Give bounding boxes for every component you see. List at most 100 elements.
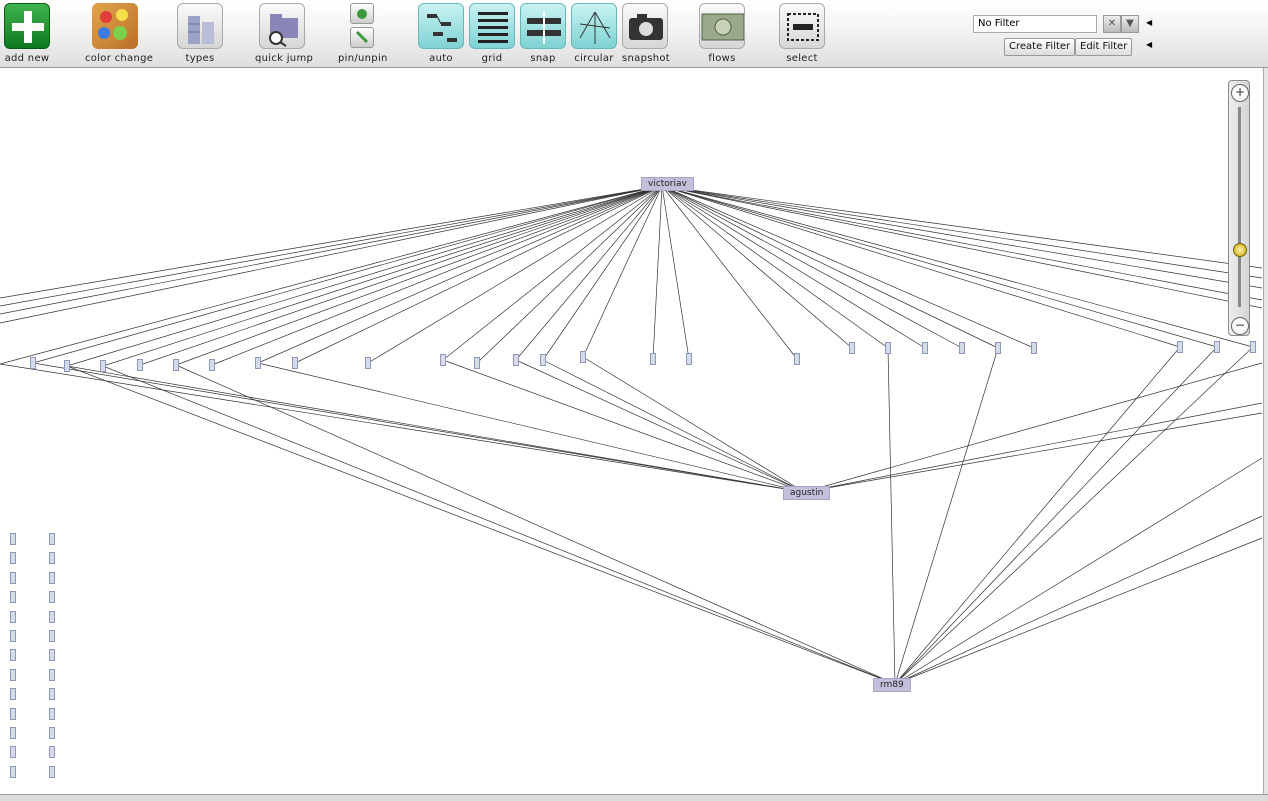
node-agustin[interactable]: agustin (783, 486, 831, 500)
leaf-node[interactable] (10, 610, 16, 623)
leaf-node[interactable] (49, 765, 55, 778)
leaf-node[interactable] (849, 342, 855, 354)
leaf-node[interactable] (209, 359, 215, 371)
leaf-node[interactable] (513, 354, 519, 366)
snap-label: snap (530, 53, 556, 64)
leaf-node[interactable] (540, 354, 546, 366)
graph-edge (894, 515, 1263, 685)
graph-canvas[interactable]: victoriav agustin rm89 (0, 68, 1268, 794)
graph-edge (894, 346, 1254, 685)
leaf-node[interactable] (10, 707, 16, 720)
snap-button[interactable]: snap (520, 3, 566, 64)
leaf-node[interactable] (49, 746, 55, 759)
pin-icon[interactable] (350, 3, 374, 24)
clear-filter-button[interactable]: ✕ (1103, 15, 1121, 33)
auto-layout-button[interactable]: auto (418, 3, 464, 64)
chevron-down-icon: ▼ (1126, 18, 1134, 29)
leaf-node[interactable] (1031, 342, 1037, 354)
leaf-node[interactable] (10, 649, 16, 662)
add-new-label: add new (4, 53, 50, 64)
graph-edge (661, 185, 1254, 348)
leaf-node[interactable] (49, 727, 55, 739)
leaf-node[interactable] (49, 630, 55, 642)
leaf-node[interactable] (686, 353, 692, 365)
leaf-node[interactable] (49, 688, 55, 701)
leaf-node[interactable] (100, 360, 106, 372)
graph-edge (0, 363, 805, 493)
leaf-node[interactable] (959, 342, 965, 354)
graph-edge (803, 412, 1263, 493)
leaf-node[interactable] (255, 357, 261, 369)
leaf-node[interactable] (137, 359, 143, 371)
filter-field[interactable]: No Filter (973, 15, 1097, 33)
flows-button[interactable]: flows (699, 3, 745, 64)
leaf-node[interactable] (580, 351, 586, 363)
leaf-node[interactable] (440, 354, 446, 366)
leaf-node[interactable] (922, 342, 928, 354)
leaf-node[interactable] (49, 571, 55, 584)
color-change-button[interactable]: color change (85, 3, 153, 64)
select-button[interactable]: select (779, 3, 825, 64)
graph-edge (652, 185, 663, 360)
graph-edge (894, 347, 999, 685)
leaf-node[interactable] (49, 591, 55, 604)
leaf-node[interactable] (885, 342, 891, 354)
leaf-node[interactable] (49, 649, 55, 662)
vertical-scrollbar[interactable] (1263, 68, 1268, 794)
leaf-node[interactable] (365, 357, 371, 369)
edit-filter-button[interactable]: Edit Filter (1075, 38, 1133, 56)
leaf-node[interactable] (10, 727, 16, 739)
leaf-node[interactable] (10, 630, 16, 642)
graph-edge (803, 362, 1263, 493)
types-label: types (185, 53, 215, 64)
leaf-node[interactable] (30, 357, 36, 369)
quick-jump-button[interactable]: quick jump (255, 3, 313, 64)
leaf-node[interactable] (64, 360, 70, 372)
leaf-node[interactable] (10, 533, 16, 545)
circular-layout-button[interactable]: circular (571, 3, 617, 64)
leaf-node[interactable] (10, 571, 16, 584)
node-victoriav[interactable]: victoriav (641, 177, 694, 191)
leaf-node[interactable] (10, 591, 16, 604)
leaf-node[interactable] (995, 342, 1001, 354)
unpin-icon[interactable] (350, 27, 374, 48)
leaf-node[interactable] (49, 707, 55, 720)
leaf-node[interactable] (794, 353, 800, 365)
node-rm89[interactable]: rm89 (873, 678, 911, 692)
leaf-node[interactable] (173, 359, 179, 371)
leaf-node[interactable] (10, 552, 16, 565)
zoom-control: + − (1228, 80, 1250, 336)
collapse-arrow-icon[interactable]: ◀ (1146, 18, 1152, 27)
leaf-node[interactable] (10, 668, 16, 681)
leaf-node[interactable] (292, 357, 298, 369)
leaf-node[interactable] (1177, 341, 1183, 353)
building-icon (177, 3, 223, 49)
zoom-in-icon[interactable]: + (1231, 84, 1249, 102)
leaf-node[interactable] (10, 746, 16, 759)
zoom-track[interactable] (1238, 107, 1241, 307)
add-new-button[interactable]: add new (3, 3, 51, 64)
leaf-node[interactable] (49, 610, 55, 623)
graph-edge (894, 537, 1263, 685)
leaf-node[interactable] (474, 357, 480, 369)
snapshot-button[interactable]: snapshot (622, 3, 670, 64)
zoom-slider-handle[interactable] (1233, 243, 1247, 257)
leaf-node[interactable] (49, 533, 55, 545)
leaf-node[interactable] (1250, 341, 1256, 353)
graph-edge (66, 365, 805, 493)
leaf-node[interactable] (1214, 341, 1220, 353)
leaf-node[interactable] (49, 552, 55, 565)
create-filter-button[interactable]: Create Filter (1004, 38, 1076, 56)
types-button[interactable]: types (177, 3, 223, 64)
leaf-node[interactable] (10, 688, 16, 701)
leaf-node[interactable] (650, 353, 656, 365)
leaf-node[interactable] (49, 668, 55, 681)
collapse-arrow-icon[interactable]: ◀ (1146, 40, 1152, 49)
leaf-node[interactable] (10, 765, 16, 778)
pin-unpin-button[interactable]: pin/unpin (338, 3, 387, 64)
filter-dropdown-button[interactable]: ▼ (1121, 15, 1139, 33)
graph-edge (803, 402, 1263, 493)
zoom-out-icon[interactable]: − (1231, 317, 1249, 335)
graph-edge (66, 365, 896, 685)
grid-layout-button[interactable]: grid (469, 3, 515, 64)
